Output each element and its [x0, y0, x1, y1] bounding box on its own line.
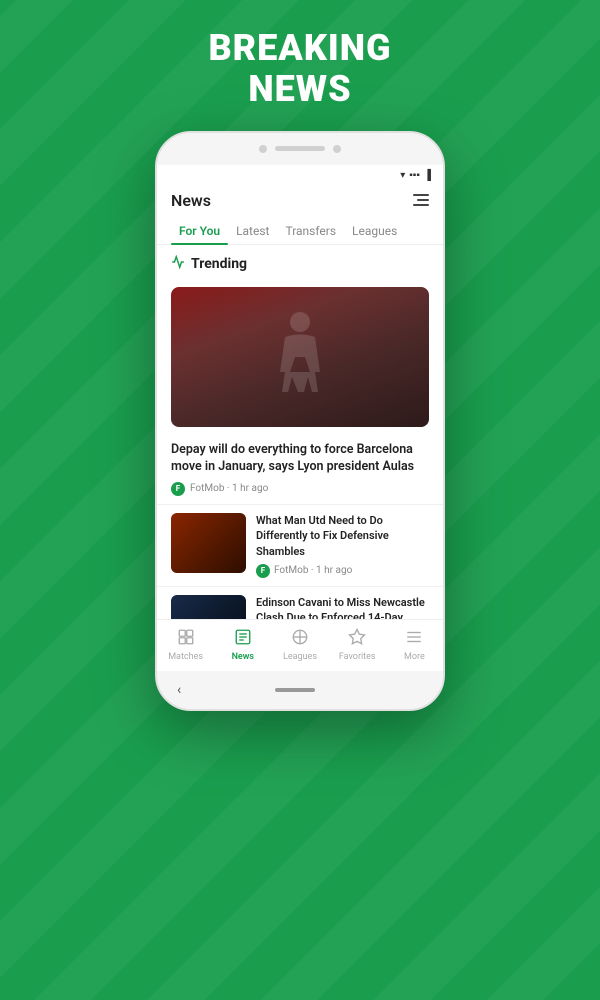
news-item-1[interactable]: What Man Utd Need to Do Differently to F… — [157, 504, 443, 586]
leagues-icon — [291, 628, 309, 650]
app-title: News — [171, 191, 211, 210]
bottom-nav: Matches News — [157, 619, 443, 671]
featured-source-text: FotMob · 1 hr ago — [190, 483, 268, 494]
news-item-source-1: F FotMob · 1 hr ago — [256, 564, 429, 578]
page-title-line2: NEWS — [0, 69, 600, 110]
menu-line-3 — [413, 204, 429, 206]
phone-camera — [259, 145, 267, 153]
news-label: News — [232, 652, 254, 662]
tab-latest[interactable]: Latest — [228, 218, 277, 244]
trending-section: Trending — [157, 245, 443, 279]
phone-top-bar — [157, 133, 443, 165]
phone-mockup: ▾ ▪▪▪ ▐ News For You Latest Transfers Le… — [0, 131, 600, 711]
bottom-nav-more[interactable]: More — [386, 628, 443, 662]
phone-bottom-bar: ‹ — [157, 671, 443, 709]
thumb-image-1 — [171, 513, 246, 573]
battery-icon: ▐ — [424, 170, 431, 181]
app-header: News — [157, 187, 443, 218]
bottom-nav-favorites[interactable]: Favorites — [329, 628, 386, 662]
favorites-label: Favorites — [339, 652, 376, 662]
news-item-title-1: What Man Utd Need to Do Differently to F… — [256, 513, 429, 559]
phone-camera-2 — [333, 145, 341, 153]
player-image — [171, 287, 429, 427]
news-thumb-1 — [171, 513, 246, 573]
bottom-nav-news[interactable]: News — [214, 628, 271, 662]
more-icon — [405, 628, 423, 650]
status-bar: ▾ ▪▪▪ ▐ — [157, 165, 443, 187]
featured-image[interactable] — [171, 287, 429, 427]
nav-tabs: For You Latest Transfers Leagues — [157, 218, 443, 245]
menu-line-2 — [417, 199, 429, 201]
back-arrow[interactable]: ‹ — [177, 682, 181, 698]
matches-label: Matches — [168, 652, 203, 662]
tab-leagues[interactable]: Leagues — [344, 218, 405, 244]
news-content-1: What Man Utd Need to Do Differently to F… — [256, 513, 429, 578]
tab-for-you[interactable]: For You — [171, 218, 228, 244]
tab-transfers[interactable]: Transfers — [277, 218, 344, 244]
favorites-icon — [348, 628, 366, 650]
bottom-nav-leagues[interactable]: Leagues — [271, 628, 328, 662]
phone-speaker — [275, 146, 325, 151]
phone-side-button — [443, 333, 445, 373]
trending-label: Trending — [171, 255, 429, 273]
featured-article-title[interactable]: Depay will do everything to force Barcel… — [157, 435, 443, 480]
menu-button[interactable] — [413, 194, 429, 206]
page-header: BREAKING NEWS — [0, 0, 600, 131]
source-badge-featured: F — [171, 482, 185, 496]
matches-icon — [177, 628, 195, 650]
phone-body: ▾ ▪▪▪ ▐ News For You Latest Transfers Le… — [155, 131, 445, 711]
signal-icon: ▪▪▪ — [409, 170, 420, 181]
trending-text: Trending — [191, 256, 247, 272]
featured-source: F FotMob · 1 hr ago — [157, 480, 443, 504]
phone-screen: ▾ ▪▪▪ ▐ News For You Latest Transfers Le… — [157, 165, 443, 671]
trending-icon — [171, 255, 185, 273]
home-pill[interactable] — [275, 688, 315, 692]
wifi-icon: ▾ — [400, 170, 405, 181]
menu-line-1 — [413, 194, 429, 196]
more-label: More — [404, 652, 425, 662]
leagues-label: Leagues — [283, 652, 317, 662]
bottom-nav-matches[interactable]: Matches — [157, 628, 214, 662]
page-title-line1: BREAKING — [0, 28, 600, 69]
news-icon — [234, 628, 252, 650]
news-source-text-1: FotMob · 1 hr ago — [274, 565, 352, 576]
source-badge-1: F — [256, 564, 270, 578]
